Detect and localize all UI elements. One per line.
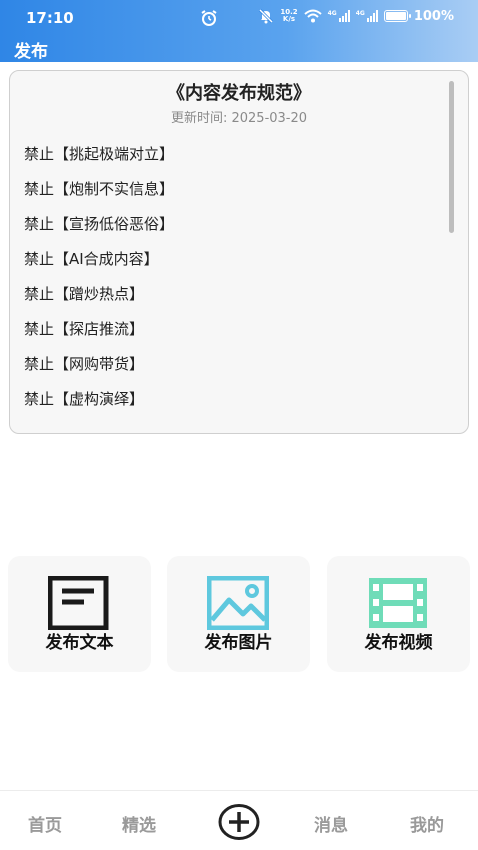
rule-item: 禁止【挑起极端对立】	[24, 145, 175, 163]
image-icon	[207, 576, 269, 630]
rule-item: 禁止【虚构演绎】	[24, 390, 145, 408]
bottom-nav: 首页 精选 消息 我的	[0, 790, 478, 850]
publish-image-button[interactable]: 发布图片	[167, 556, 310, 672]
publish-actions: 发布文本 发布图片 发布视频	[8, 556, 470, 672]
signal-icon-2: 4G	[356, 10, 378, 22]
status-bar: 17:10 10.2 K/s 4G 4G 100%	[0, 0, 478, 36]
status-time: 17:10	[26, 9, 74, 27]
document-icon	[48, 576, 109, 630]
publish-image-label: 发布图片	[204, 633, 273, 653]
rules-card[interactable]: 《内容发布规范》 更新时间: 2025-03-20 禁止【挑起极端对立】 禁止【…	[9, 70, 469, 434]
rule-item: 禁止【蹭炒热点】	[24, 285, 145, 303]
film-icon	[369, 578, 427, 628]
publish-video-label: 发布视频	[364, 633, 433, 653]
nav-messages[interactable]: 消息	[314, 811, 348, 836]
rule-item: 禁止【AI合成内容】	[24, 250, 159, 268]
alarm-icon	[201, 10, 217, 26]
publish-video-button[interactable]: 发布视频	[327, 556, 470, 672]
mute-bell-icon	[259, 8, 274, 24]
nav-home[interactable]: 首页	[28, 811, 62, 836]
rules-updated-date: 更新时间: 2025-03-20	[170, 111, 308, 126]
rules-title: 《内容发布规范》	[167, 83, 311, 104]
signal-icon-1: 4G	[328, 10, 350, 22]
battery-percent: 100%	[413, 8, 454, 24]
rule-item: 禁止【网购带货】	[24, 355, 145, 373]
rule-item: 禁止【探店推流】	[24, 320, 145, 338]
net-speed: 10.2 K/s	[280, 8, 298, 23]
rules-list: 禁止【挑起极端对立】 禁止【炮制不实信息】 禁止【宣扬低俗恶俗】 禁止【AI合成…	[24, 143, 174, 423]
plus-circle-icon[interactable]	[218, 803, 260, 841]
page-title: 发布	[14, 42, 48, 62]
rules-scrollbar[interactable]	[449, 81, 454, 233]
nav-mine[interactable]: 我的	[410, 811, 444, 836]
status-icons: 10.2 K/s 4G 4G 100%	[258, 8, 454, 24]
rule-item: 禁止【炮制不实信息】	[24, 180, 175, 198]
publish-text-label: 发布文本	[45, 633, 114, 653]
top-bar: 17:10 10.2 K/s 4G 4G 100% 发布	[0, 0, 478, 62]
battery-icon	[383, 10, 411, 22]
wifi-icon	[303, 9, 322, 23]
rule-item: 禁止【宣扬低俗恶俗】	[24, 215, 175, 233]
nav-featured[interactable]: 精选	[122, 811, 156, 836]
publish-text-button[interactable]: 发布文本	[8, 556, 151, 672]
